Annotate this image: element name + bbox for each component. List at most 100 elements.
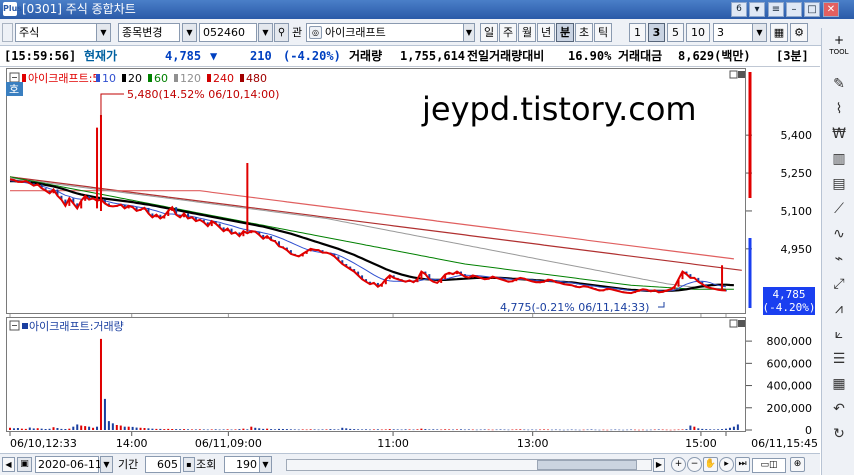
period-year-button[interactable]: 년 <box>537 23 555 42</box>
panel-close-icon[interactable] <box>738 320 745 327</box>
amount-label: 거래대금 <box>618 49 663 63</box>
zoom-in-icon[interactable]: + <box>671 457 686 472</box>
volume-bar <box>657 429 660 430</box>
period-input[interactable]: 605 <box>145 456 181 473</box>
chevron-left-icon[interactable]: ◀ <box>2 457 15 472</box>
period-month-button[interactable]: 월 <box>518 23 536 42</box>
volume-bar <box>705 429 708 430</box>
chevron-down-icon[interactable]: ▼ <box>258 23 273 42</box>
scrollbar-track[interactable] <box>286 459 652 471</box>
scrollbar-thumb[interactable] <box>537 460 637 470</box>
menu-icon[interactable]: ≡ <box>768 2 784 17</box>
line-e-icon[interactable]: ⩘ <box>826 299 852 320</box>
period-tick-button[interactable]: 틱 <box>594 23 612 42</box>
volume-bar <box>634 429 637 431</box>
date-input[interactable]: 2020-06-11 <box>35 456 102 473</box>
count-input[interactable]: 190 <box>224 456 260 473</box>
zoom-out-icon[interactable]: − <box>687 457 702 472</box>
volume-bar <box>637 429 640 431</box>
line-c-icon[interactable]: ⌁ <box>826 249 852 270</box>
grid-icon[interactable]: ▦ <box>770 23 788 42</box>
line-f-icon[interactable]: ⟀ <box>826 324 852 345</box>
line-a-icon[interactable]: ⟋ <box>826 199 852 220</box>
volume-bar <box>277 428 280 430</box>
stock-code-input[interactable]: 052460 <box>199 23 257 42</box>
tool-button[interactable]: + TOOL <box>826 34 852 60</box>
date-toggle-icon[interactable]: ▣ <box>17 457 32 472</box>
price-change-pct: (-4.20%) <box>283 49 341 63</box>
undo-icon[interactable]: ↶ <box>826 399 852 420</box>
gear-icon[interactable]: ⚙ <box>790 23 808 42</box>
play-icon[interactable]: ▸ <box>719 457 734 472</box>
chevron-right-icon[interactable]: ▶ <box>653 458 665 472</box>
grid-icon[interactable]: ▦ <box>826 374 852 395</box>
volume-bar <box>590 429 593 430</box>
interval-1-button[interactable]: 1 <box>629 23 646 42</box>
volume-bar <box>9 427 11 430</box>
search-icon[interactable]: ⚲ <box>274 23 289 42</box>
volume-bar <box>301 429 304 430</box>
chevron-down-icon[interactable]: ▼ <box>96 23 111 42</box>
volume-bar <box>725 428 727 430</box>
refresh-icon[interactable]: ↻ <box>826 424 852 445</box>
stock-name-field[interactable]: 아이크래프트 <box>306 23 471 42</box>
chevron-down-icon[interactable]: ▼ <box>259 456 272 473</box>
minimize-icon[interactable]: – <box>786 2 802 17</box>
query-button[interactable]: 조회 <box>196 456 216 473</box>
maximize-icon[interactable]: □ <box>804 2 820 17</box>
chart-area[interactable]: 5,400 5,250 5,100 4,950 800,000 600,000 400,00… <box>6 68 821 452</box>
price-axis-label: 5,100 <box>781 205 813 218</box>
interval-3-button[interactable]: 3 <box>648 23 665 42</box>
line-d-icon[interactable]: ⤢ <box>826 274 852 295</box>
volume-bar <box>135 427 138 430</box>
chevron-down-icon[interactable]: ▾ <box>749 2 765 17</box>
volume-bar <box>420 428 423 430</box>
interval-input[interactable]: 3 <box>713 23 753 42</box>
line-b-icon[interactable]: ∿ <box>826 224 852 245</box>
help-badge[interactable]: 6 <box>731 2 747 17</box>
volume-bar <box>349 428 352 430</box>
price-icon[interactable]: ₩ <box>826 124 852 145</box>
volume-bar <box>408 429 411 430</box>
interval-5-button[interactable]: 5 <box>667 23 684 42</box>
checkbox-icon[interactable]: ▪ <box>183 457 195 472</box>
grip-handle[interactable] <box>2 23 13 42</box>
volume-bar <box>645 429 648 431</box>
chevron-down-icon[interactable]: ▼ <box>100 456 113 473</box>
period-second-button[interactable]: 초 <box>575 23 593 42</box>
ratio-toggle[interactable]: ▭◫ <box>752 458 786 473</box>
change-stock-button[interactable]: 종목변경 <box>118 23 180 42</box>
volume-bar <box>713 429 716 430</box>
chevron-down-icon[interactable]: ▼ <box>182 23 197 42</box>
list-icon[interactable]: ☰ <box>826 349 852 370</box>
chevron-down-icon[interactable]: ▼ <box>463 23 475 42</box>
interval-label: 3 <box>652 26 661 39</box>
period-minute-button[interactable]: 분 <box>556 23 574 42</box>
panel-restore-icon[interactable] <box>729 319 738 328</box>
volume-bar <box>543 429 546 430</box>
volume-bar <box>693 426 696 430</box>
zoom-fit-icon[interactable]: ⊕ <box>790 457 805 472</box>
volume-bar <box>475 429 478 431</box>
period-day-button[interactable]: 일 <box>480 23 498 42</box>
price-chart-svg[interactable]: 5,400 5,250 5,100 4,950 800,000 600,000 400,00… <box>6 68 821 452</box>
period-label: 년 <box>540 26 552 39</box>
volume-bar <box>495 429 498 431</box>
volume-bar <box>99 338 102 430</box>
panel-close-icon[interactable] <box>738 71 745 78</box>
close-icon[interactable]: ✕ <box>823 2 839 17</box>
pencil-icon[interactable]: ✎ <box>826 74 852 95</box>
chevron-down-icon[interactable]: ▼ <box>752 23 767 42</box>
watch-tag[interactable]: 관 <box>292 23 302 42</box>
period-week-button[interactable]: 주 <box>499 23 517 42</box>
volume-bar <box>206 429 209 431</box>
bars-icon[interactable]: ▤ <box>826 174 852 195</box>
panel-restore-icon[interactable] <box>729 70 738 79</box>
skip-end-icon[interactable]: ⏭ <box>735 457 750 472</box>
hand-icon[interactable]: ✋ <box>703 457 718 472</box>
candle-icon[interactable]: ▥ <box>826 149 852 170</box>
volume-bar <box>392 429 395 430</box>
volume-bar <box>665 429 668 431</box>
chart-icon[interactable]: ⌇ <box>826 99 852 120</box>
interval-10-button[interactable]: 10 <box>686 23 710 42</box>
